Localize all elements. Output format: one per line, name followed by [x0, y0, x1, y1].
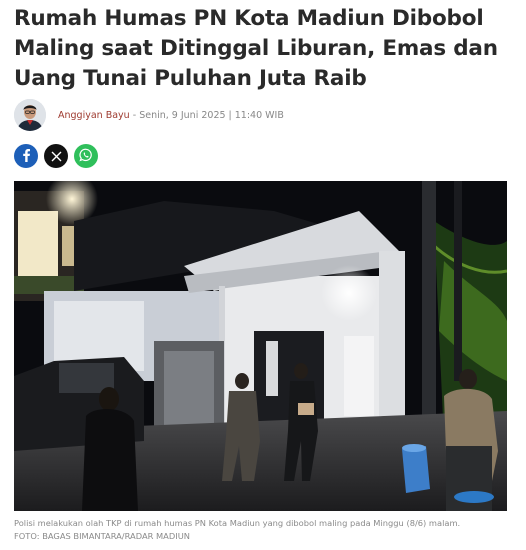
- photo-credit: FOTO: BAGAS BIMANTARA/RADAR MADIUN: [14, 531, 190, 541]
- author-avatar[interactable]: [14, 99, 46, 131]
- share-x-button[interactable]: [44, 144, 68, 168]
- article-title-line: Maling saat Ditinggal Liburan, Emas dan: [14, 36, 498, 61]
- caption-text: Polisi melakukan olah TKP di rumah humas…: [14, 518, 461, 528]
- article-title-line: Uang Tunai Puluhan Juta Raib: [14, 66, 367, 91]
- share-whatsapp-button[interactable]: [74, 144, 98, 168]
- share-buttons: [14, 144, 98, 168]
- byline: Anggiyan Bayu - Senin, 9 Juni 2025 | 11:…: [14, 98, 284, 132]
- whatsapp-icon: [79, 147, 93, 166]
- article-title: Rumah Humas PN Kota Madiun Dibobol Malin…: [14, 4, 514, 94]
- share-facebook-button[interactable]: [14, 144, 38, 168]
- x-icon: [51, 147, 62, 166]
- author-link[interactable]: Anggiyan Bayu: [58, 110, 130, 121]
- photo-caption: Polisi melakukan olah TKP di rumah humas…: [14, 517, 514, 543]
- article-photo[interactable]: [14, 181, 507, 511]
- meta-separator: -: [132, 109, 137, 121]
- facebook-icon: [20, 147, 32, 166]
- article-meta: Anggiyan Bayu - Senin, 9 Juni 2025 | 11:…: [58, 110, 284, 121]
- article-title-line: Rumah Humas PN Kota Madiun Dibobol: [14, 6, 484, 31]
- publish-date: Senin, 9 Juni 2025 | 11:40 WIB: [139, 109, 284, 121]
